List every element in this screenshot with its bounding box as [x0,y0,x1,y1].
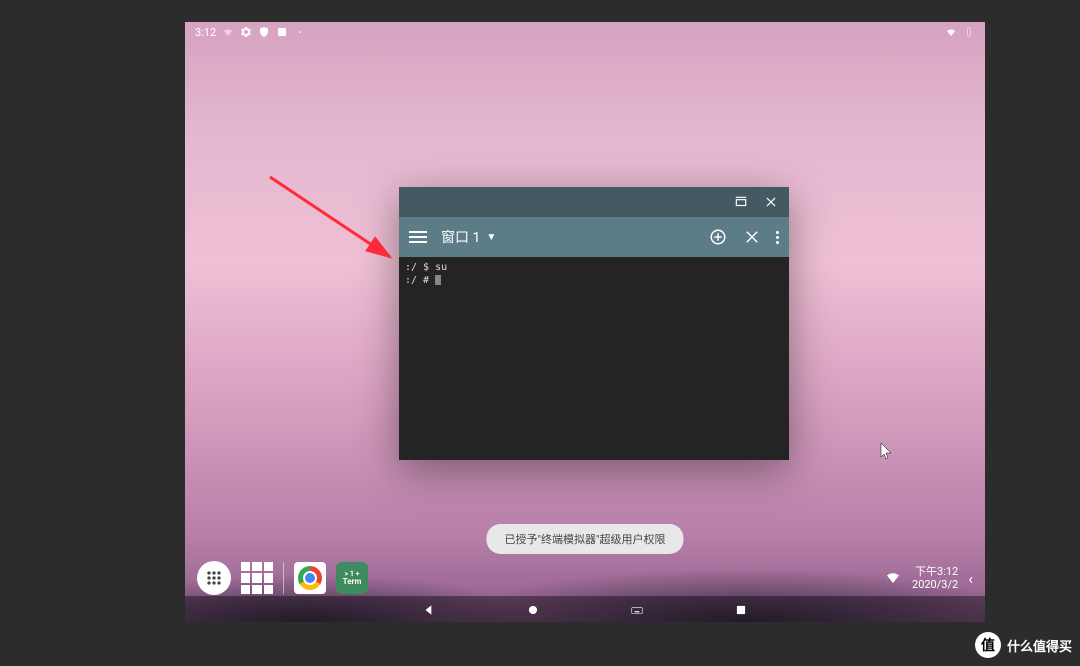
terminal-cursor [435,275,441,285]
terminal-tab[interactable]: 窗口 1 ▼ [441,227,496,247]
wifi-tray-icon[interactable] [884,568,902,589]
tab-label-text: 窗口 1 [441,227,480,247]
watermark: 值 什么值得买 [975,632,1072,658]
status-time: 3:12 [195,26,216,39]
watermark-badge: 值 [975,632,1001,658]
gear-icon [240,26,252,38]
clock-time: 下午3:12 [912,565,958,578]
keyboard-button[interactable] [630,602,644,616]
maximize-icon[interactable] [733,194,749,210]
chrome-app-icon[interactable] [294,562,326,594]
navigation-bar [185,596,985,622]
close-icon[interactable] [763,194,779,210]
battery-icon [963,26,975,38]
terminal-window[interactable]: 窗口 1 ▼ :/ $ su :/ # [399,187,789,460]
overview-button[interactable] [734,602,748,616]
back-button[interactable] [422,602,436,616]
collapse-tray-icon[interactable]: ‹ [968,569,973,588]
wifi-icon [222,26,234,38]
overflow-menu-icon[interactable] [776,231,779,244]
window-titlebar[interactable] [399,187,789,217]
terminal-line-1: :/ $ su [405,262,447,273]
app-badge-icon [276,26,288,38]
app-drawer-button[interactable] [197,561,231,595]
taskbar: > 1 + Term 下午3:12 2020/3/2 ‹ [185,558,985,598]
home-button[interactable] [526,602,540,616]
recent-apps-button[interactable] [241,562,273,594]
mouse-cursor-icon [880,442,894,462]
dot-icon: • [294,26,306,38]
terminal-line-2: :/ # [405,275,435,286]
add-tab-icon[interactable] [708,227,728,247]
terminal-output[interactable]: :/ $ su :/ # [399,257,789,460]
status-bar: 3:12 • [185,22,985,42]
watermark-text: 什么值得买 [1007,636,1072,655]
taskbar-divider [283,562,284,594]
taskbar-clock[interactable]: 下午3:12 2020/3/2 [912,565,958,591]
toast-text: 已授予"终端模拟器"超级用户权限 [504,533,665,546]
close-tab-icon[interactable] [742,227,762,247]
chevron-down-icon: ▼ [486,232,496,243]
terminal-app-icon[interactable]: > 1 + Term [336,562,368,594]
menu-icon[interactable] [409,231,427,243]
clock-date: 2020/3/2 [912,578,958,591]
wifi-icon [945,26,957,38]
toast-notification: 已授予"终端模拟器"超级用户权限 [486,524,683,554]
terminal-toolbar: 窗口 1 ▼ [399,217,789,257]
android-desktop-frame: 3:12 • 窗口 1 ▼ [185,22,985,622]
shield-icon [258,26,270,38]
